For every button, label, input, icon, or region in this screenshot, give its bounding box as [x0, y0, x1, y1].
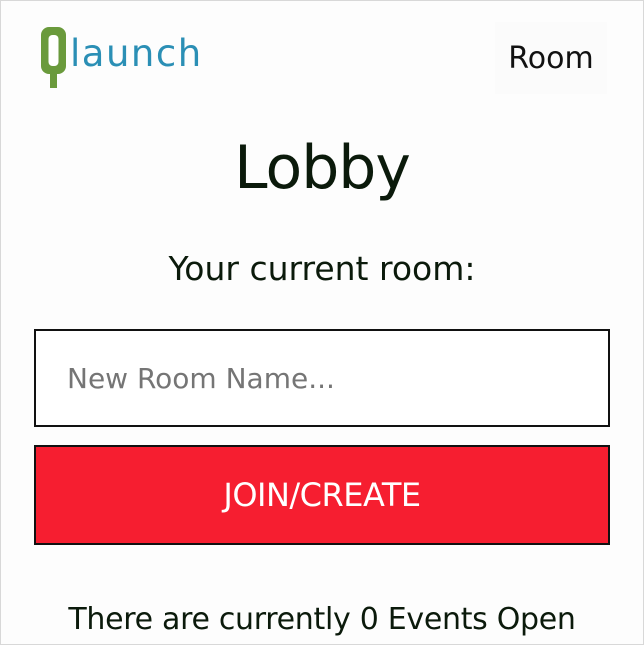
nav-room-link[interactable]: Room: [495, 22, 607, 94]
q-logo-icon: [41, 27, 66, 88]
current-room-label: Your current room:: [168, 249, 476, 288]
join-create-button[interactable]: JOIN/CREATE: [34, 445, 610, 545]
qlaunch-logo[interactable]: launch: [40, 26, 203, 92]
page-title: Lobby: [234, 133, 411, 203]
events-status-text: There are currently 0 Events Open: [68, 602, 576, 637]
room-name-input[interactable]: [34, 329, 610, 427]
logo-wordmark: launch: [70, 32, 203, 75]
app-header: launch Room: [0, 0, 644, 100]
